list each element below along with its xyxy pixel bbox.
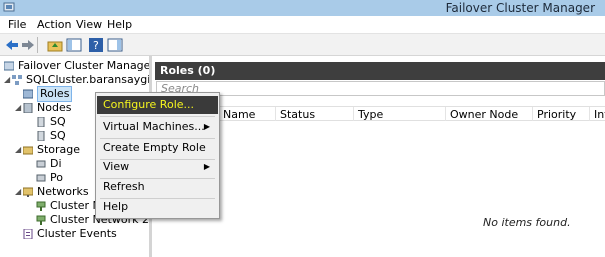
up-folder-icon[interactable] (47, 37, 63, 53)
menu-item-create-empty-role[interactable]: Create Empty Role (97, 139, 218, 157)
column-status[interactable]: Status (280, 108, 315, 121)
server-icon (37, 117, 45, 127)
network-icon (36, 201, 46, 211)
column-divider[interactable] (353, 107, 354, 121)
menu-item-help[interactable]: Help (97, 198, 218, 216)
column-divider[interactable] (589, 107, 590, 121)
network-icon (36, 215, 46, 225)
column-divider[interactable] (445, 107, 446, 121)
cluster-icon (12, 75, 22, 85)
server-icon (37, 131, 45, 141)
events-icon (23, 229, 33, 239)
expand-arrow-icon[interactable]: ◢ (15, 104, 23, 112)
expand-arrow-icon[interactable]: ◢ (4, 76, 12, 84)
menu-item-refresh[interactable]: Refresh (97, 178, 218, 196)
column-priority[interactable]: Priority (537, 108, 576, 121)
column-information[interactable]: Information (594, 108, 605, 121)
column-divider[interactable] (532, 107, 533, 121)
column-owner-node[interactable]: Owner Node (450, 108, 518, 121)
column-name[interactable]: Name (223, 108, 255, 121)
expand-arrow-icon[interactable]: ◢ (15, 188, 23, 196)
disk-icon (36, 160, 46, 168)
cluster-manager-icon (4, 61, 14, 71)
title-bar: Failover Cluster Manager (0, 0, 605, 16)
roles-panel: Roles (0) Search Name Status Type Owner … (155, 56, 605, 257)
cluster-app-icon (3, 2, 15, 12)
networks-icon (23, 187, 33, 197)
roles-grid-header: Name Status Type Owner Node Priority Inf… (155, 106, 605, 121)
menu-separator (100, 116, 215, 117)
back-arrow-icon[interactable] (4, 37, 20, 53)
search-input[interactable]: Search (156, 81, 605, 96)
pool-icon (36, 174, 46, 182)
submenu-arrow-icon: ▶ (203, 122, 210, 131)
action-pane-icon[interactable] (107, 37, 123, 53)
toolbar-separator (37, 37, 38, 53)
menu-item-virtual-machines[interactable]: Virtual Machines... ▶ (97, 118, 218, 136)
expand-arrow-icon[interactable]: ◢ (15, 146, 23, 154)
empty-message: No items found. (483, 216, 571, 229)
forward-arrow-icon[interactable] (20, 37, 36, 53)
menu-item-view[interactable]: View ▶ (97, 158, 218, 176)
context-menu: Configure Role... Virtual Machines... ▶ … (95, 92, 220, 219)
show-hide-tree-icon[interactable] (66, 37, 82, 53)
window-title: Failover Cluster Manager (445, 1, 595, 15)
menu-file[interactable]: File (8, 18, 26, 31)
menu-view[interactable]: View (76, 18, 102, 31)
toolbar: ? (0, 34, 605, 56)
roles-header: Roles (0) (155, 62, 605, 80)
menu-item-configure-role[interactable]: Configure Role... (97, 96, 218, 114)
help-icon[interactable]: ? (88, 37, 104, 53)
nodes-icon (23, 103, 33, 113)
column-divider[interactable] (275, 107, 276, 121)
menu-help[interactable]: Help (107, 18, 132, 31)
menu-item-label: View (103, 160, 130, 173)
menu-bar: File Action View Help (0, 16, 605, 34)
roles-title: Roles (0) (160, 64, 216, 77)
menu-item-label: Virtual Machines... (103, 120, 205, 133)
roles-icon (23, 89, 33, 99)
storage-icon (23, 146, 33, 155)
menu-action[interactable]: Action (37, 18, 71, 31)
submenu-arrow-icon: ▶ (203, 162, 210, 171)
svg-text:?: ? (93, 39, 99, 52)
column-type[interactable]: Type (358, 108, 383, 121)
